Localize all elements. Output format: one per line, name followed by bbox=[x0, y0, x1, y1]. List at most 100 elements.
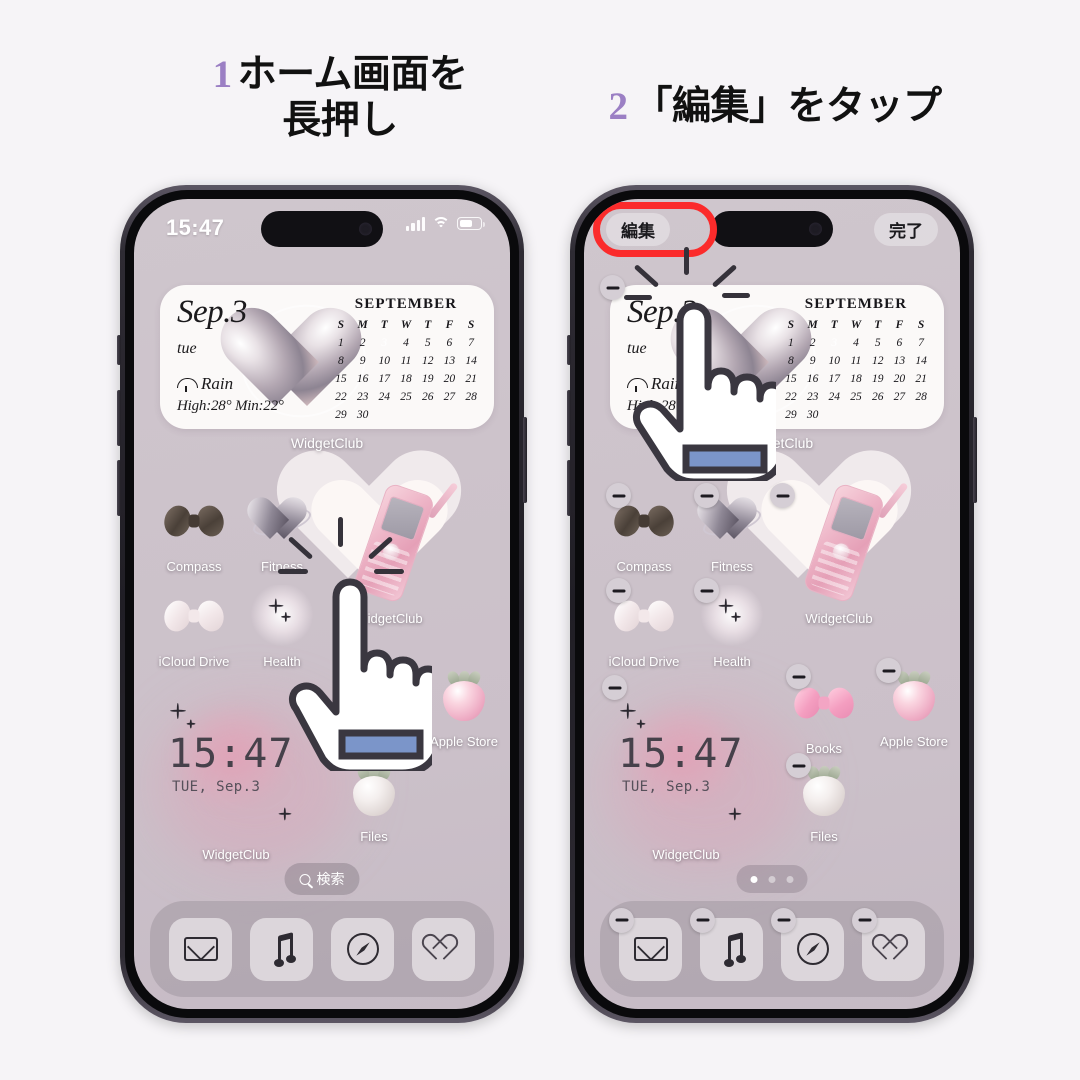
remove-app-badge[interactable] bbox=[786, 753, 811, 778]
dock-app-safari[interactable] bbox=[331, 917, 394, 981]
volume-up-button[interactable] bbox=[567, 390, 571, 446]
home-screen-right-edit-mode: 編集 完了 Sep.3 tue Rain SEPTEMBER S M T W T… bbox=[584, 199, 960, 1009]
power-button[interactable] bbox=[523, 417, 527, 503]
remove-app-badge[interactable] bbox=[786, 664, 811, 689]
widget-condition-row: Rain bbox=[177, 374, 327, 394]
home-screen-left: 15:47 Sep.3 tue Rain High:28° Min:22° SE… bbox=[134, 199, 510, 1009]
done-button[interactable]: 完了 bbox=[874, 213, 938, 246]
calendar-day: 20 bbox=[443, 373, 456, 385]
remove-app-badge[interactable] bbox=[876, 658, 901, 683]
mute-switch[interactable] bbox=[567, 335, 571, 365]
cellular-bars-icon bbox=[406, 216, 425, 231]
calendar-day: 13 bbox=[893, 355, 906, 367]
phone-left: 15:47 Sep.3 tue Rain High:28° Min:22° SE… bbox=[117, 185, 527, 1023]
calendar-month: SEPTEMBER bbox=[354, 296, 458, 312]
remove-app-badge[interactable] bbox=[606, 578, 631, 603]
calendar-day: 1 bbox=[337, 337, 344, 349]
calendar-block: SEPTEMBER S M T W T F S 1 2 3 4 5 6 7 8 9 10 11 12 13 14 15 16… bbox=[330, 296, 482, 423]
calendar-day: 7 bbox=[918, 337, 924, 349]
app-files[interactable]: Files bbox=[334, 759, 414, 844]
calendar-day: 17 bbox=[378, 373, 391, 385]
mail-envelope-icon bbox=[633, 937, 668, 961]
remove-app-badge[interactable] bbox=[606, 483, 631, 508]
calendar-day: 2 bbox=[809, 337, 816, 349]
remove-app-badge[interactable] bbox=[770, 483, 795, 508]
tutorial-canvas: 1 ホーム画面を 長押し 2 「編集」をタップ 15:47 Sep.3 tue … bbox=[0, 0, 1080, 1080]
calendar-dow: F bbox=[895, 319, 904, 331]
remove-app-badge[interactable] bbox=[852, 907, 877, 933]
calendar-day: 10 bbox=[378, 355, 391, 367]
app-label: iCloud Drive bbox=[608, 654, 680, 669]
remove-app-badge[interactable] bbox=[690, 907, 715, 933]
mail-envelope-icon bbox=[183, 937, 218, 961]
battery-icon bbox=[457, 217, 485, 230]
calendar-day: 23 bbox=[806, 391, 819, 403]
app-label: Fitness bbox=[711, 559, 753, 574]
remove-app-badge[interactable] bbox=[771, 907, 796, 933]
calendar-day: 24 bbox=[828, 391, 841, 403]
app-label: Compass bbox=[166, 559, 222, 574]
calendar-day: 30 bbox=[356, 409, 369, 421]
calendar-day: 29 bbox=[335, 409, 347, 421]
calendar-day: 10 bbox=[828, 355, 841, 367]
calendar-day: 1 bbox=[787, 337, 794, 349]
calendar-day: 2 bbox=[359, 337, 366, 349]
calendar-grid: S M T W T F S 1 2 3 4 5 6 7 8 9 10 11 12 13 14 15 16 17 18 19 20 21… bbox=[780, 318, 932, 423]
calendar-day: 14 bbox=[465, 355, 477, 367]
calendar-day: 13 bbox=[443, 355, 456, 367]
calendar-day: 22 bbox=[785, 391, 797, 403]
calendar-day: 21 bbox=[465, 373, 477, 385]
calendar-dow: M bbox=[357, 319, 368, 331]
remove-app-badge[interactable] bbox=[694, 578, 719, 603]
calendar-dow: S bbox=[467, 319, 475, 331]
heart-outline-icon bbox=[868, 929, 912, 964]
remove-app-badge[interactable] bbox=[694, 483, 719, 508]
music-note-icon bbox=[267, 932, 297, 967]
volume-down-button[interactable] bbox=[567, 460, 571, 516]
app-label: WidgetClub bbox=[805, 611, 873, 626]
dock-app-music[interactable] bbox=[250, 917, 313, 981]
calendar-dow: T bbox=[380, 319, 388, 331]
calendar-day: 12 bbox=[871, 355, 884, 367]
volume-down-button[interactable] bbox=[117, 460, 121, 516]
calendar-day: 5 bbox=[874, 337, 881, 349]
status-bar-left: 15:47 bbox=[134, 199, 510, 257]
page-dot bbox=[768, 875, 776, 883]
power-button[interactable] bbox=[973, 417, 977, 503]
clock-time: 15:47 bbox=[168, 731, 294, 777]
app-apple-store[interactable]: Apple Store bbox=[424, 664, 504, 749]
dock-app-health[interactable] bbox=[412, 917, 475, 981]
step-1-caption: 1 ホーム画面を 長押し bbox=[160, 52, 520, 144]
page-indicator-dots[interactable] bbox=[736, 865, 808, 893]
page-dot-active bbox=[750, 875, 758, 883]
calendar-day: 15 bbox=[785, 373, 797, 385]
mute-switch[interactable] bbox=[117, 335, 121, 365]
app-icloud-drive[interactable]: iCloud Drive bbox=[154, 584, 234, 669]
calendar-day: 4 bbox=[403, 337, 409, 349]
calendar-day: 24 bbox=[378, 391, 391, 403]
pink-strawberry-icon bbox=[432, 664, 496, 728]
music-note-icon bbox=[717, 932, 747, 967]
remove-app-badge[interactable] bbox=[609, 907, 634, 933]
calendar-today: 3 bbox=[373, 336, 395, 351]
calendar-day: 23 bbox=[356, 391, 369, 403]
volume-up-button[interactable] bbox=[117, 390, 121, 446]
widget-condition: Rain bbox=[201, 373, 234, 393]
weather-calendar-widget[interactable]: Sep.3 tue Rain High:28° Min:22° SEPTEMBE… bbox=[160, 285, 494, 429]
step-2-number: 2 bbox=[608, 85, 628, 128]
calendar-day: 26 bbox=[871, 391, 884, 403]
calendar-day: 12 bbox=[421, 355, 434, 367]
calendar-day: 16 bbox=[806, 373, 819, 385]
app-compass[interactable]: Compass bbox=[154, 489, 234, 574]
clock-widget[interactable]: 15:47 TUE, Sep.3 bbox=[606, 681, 766, 841]
phone-bezel-right: 編集 完了 Sep.3 tue Rain SEPTEMBER S M T W T… bbox=[575, 190, 969, 1018]
calendar-day: 6 bbox=[446, 337, 453, 349]
calendar-day: 18 bbox=[400, 373, 412, 385]
dock-app-mail[interactable] bbox=[169, 917, 232, 981]
front-camera-icon bbox=[359, 222, 372, 236]
step-1-text-line1: ホーム画面を bbox=[237, 52, 468, 97]
calendar-day: 19 bbox=[421, 373, 434, 385]
tap-hand-cursor-left bbox=[284, 551, 432, 771]
remove-widget-badge[interactable] bbox=[602, 675, 627, 700]
search-pill[interactable]: 検索 bbox=[284, 863, 360, 895]
